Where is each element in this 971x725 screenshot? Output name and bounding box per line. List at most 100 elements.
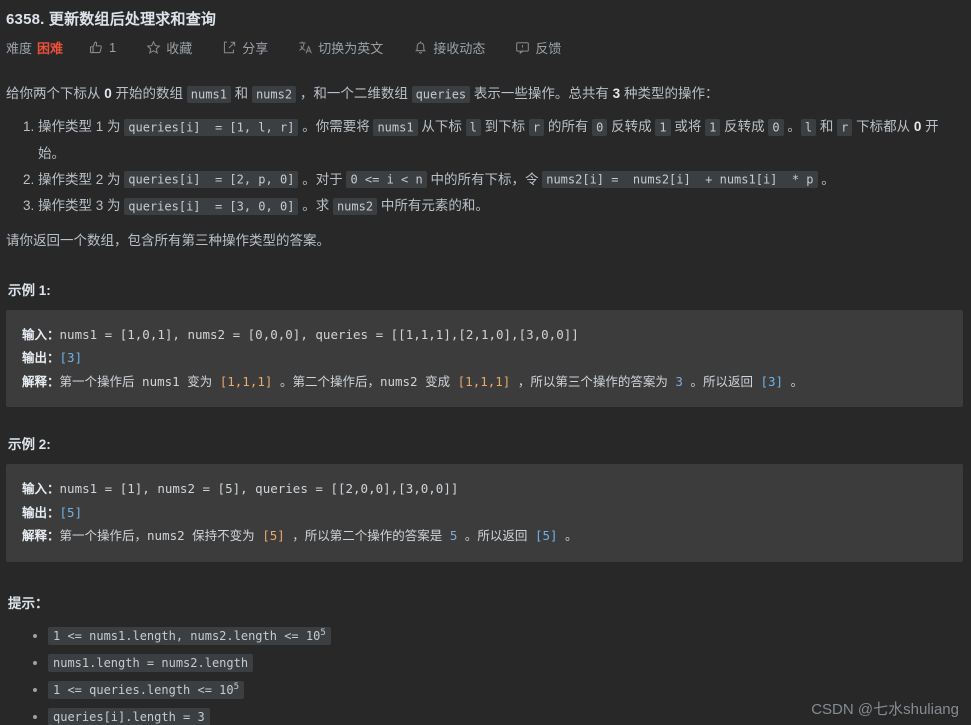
translate-label: 切换为英文 <box>318 41 384 56</box>
op1-pre: 操作类型 1 为 <box>38 119 125 135</box>
intro-seg5: 表示一些操作。总共有 <box>470 86 613 101</box>
example-1-output-value: [3] <box>59 350 83 366</box>
constraint-text: 1 <= queries.length <= 10 <box>53 683 234 698</box>
op1-mid7: 反转成 <box>720 119 769 135</box>
thumbs-up-icon <box>89 40 104 55</box>
example-2-output-label: 输出： <box>22 504 60 520</box>
op1-code-4: r <box>528 118 545 136</box>
ex2-v3: [5] <box>534 528 558 544</box>
ex1-v1: [1,1,1] <box>219 373 273 389</box>
ex2-p1: 第一个操作后，nums2 保持不变为 <box>59 528 263 544</box>
op3-mid1: 。求 <box>298 198 333 214</box>
constraint-exponent: 5 <box>233 682 240 693</box>
example-2-output-value: [5] <box>59 504 83 520</box>
star-icon <box>146 40 161 55</box>
csdn-watermark: CSDN @七水shuliang <box>811 701 959 718</box>
op1-code-5: 0 <box>592 118 608 136</box>
problem-toolbar: 难度 困难 1 收藏 分享 切换为英文 接收动态 反馈 <box>0 29 971 57</box>
feedback-label: 反馈 <box>535 41 562 56</box>
intro-zero: 0 <box>104 86 112 101</box>
share-button[interactable]: 分享 <box>222 38 268 57</box>
example-2-input-value: nums1 = [1], nums2 = [5], queries = [[2,… <box>59 481 459 497</box>
op1-mid8: 。 <box>783 119 801 135</box>
like-button[interactable]: 1 <box>89 40 116 55</box>
ex1-v3: 3 <box>675 373 683 389</box>
op2-pre: 操作类型 2 为 <box>38 171 125 187</box>
difficulty-label: 难度 <box>6 41 33 56</box>
op2-code-1: queries[i] = [2, p, 0] <box>124 171 299 189</box>
constraint-chip: nums1.length = nums2.length <box>48 653 254 672</box>
feedback-icon <box>515 40 530 55</box>
subscribe-button[interactable]: 接收动态 <box>413 38 485 57</box>
example-1-block: 输入：nums1 = [1,0,1], nums2 = [0,0,0], que… <box>6 309 963 408</box>
op1-mid2: 从下标 <box>417 119 466 135</box>
ex2-v1: [5] <box>262 528 285 544</box>
ex2-p3: 。所以返回 <box>457 528 535 544</box>
constraint-chip: queries[i].length = 3 <box>48 708 210 725</box>
intro-paragraph: 给你两个下标从 0 开始的数组 nums1 和 nums2 ，和一个二维数组 q… <box>6 82 963 105</box>
share-icon <box>222 40 237 55</box>
op1-code-10: r <box>837 118 853 136</box>
constraint-text: queries[i].length = 3 <box>53 710 205 725</box>
op1-mid9: 和 <box>816 119 838 135</box>
example-1-output-label: 输出： <box>22 350 60 366</box>
op1-code-8: 0 <box>768 118 784 136</box>
list-item: 操作类型 3 为 queries[i] = [3, 0, 0] 。求 nums2… <box>38 193 963 219</box>
example-1-input-value: nums1 = [1,0,1], nums2 = [0,0,0], querie… <box>59 326 579 342</box>
translate-button[interactable]: 切换为英文 <box>298 38 383 57</box>
ex1-p1: 第一个操作后 nums1 变为 <box>59 373 220 389</box>
op1-mid5: 反转成 <box>607 119 656 135</box>
example-2-heading: 示例 2: <box>8 437 51 453</box>
code-queries: queries <box>411 85 471 103</box>
closing-paragraph: 请你返回一个数组，包含所有第三种操作类型的答案。 <box>6 233 330 249</box>
op1-code-7: 1 <box>705 118 721 136</box>
intro-seg6: 种类型的操作： <box>620 86 719 101</box>
hints-heading: 提示： <box>8 595 49 611</box>
op1-code-1: queries[i] = [1, l, r] <box>124 118 299 136</box>
op2-code-3: nums2[i] = nums2[i] + nums1[i] * p <box>542 171 818 189</box>
op2-code-2: 0 <= i < n <box>346 171 427 189</box>
op3-code-1: queries[i] = [3, 0, 0] <box>124 197 299 215</box>
op1-mid4: 的所有 <box>544 119 593 135</box>
ex1-p3: ，所以第三个操作的答案为 <box>510 373 676 389</box>
intro-seg4: ，和一个二维数组 <box>296 86 412 101</box>
list-item: nums1.length = nums2.length <box>48 649 963 676</box>
op1-code-9: l <box>800 118 817 136</box>
problem-content: 给你两个下标从 0 开始的数组 nums1 和 nums2 ，和一个二维数组 q… <box>0 57 971 725</box>
op3-tail: 中所有元素的和。 <box>377 198 489 214</box>
example-2-block: 输入：nums1 = [1], nums2 = [5], queries = [… <box>6 464 963 562</box>
constraint-text: nums1.length = nums2.length <box>53 655 249 670</box>
op2-tail: 。 <box>817 171 835 187</box>
ex1-v4: [3] <box>760 373 784 389</box>
code-nums1: nums1 <box>186 85 231 103</box>
favorite-label: 收藏 <box>166 41 193 56</box>
page-title: 6358. 更新数组后处理求和查询 <box>6 11 217 28</box>
op2-mid1: 。对于 <box>298 171 347 187</box>
bell-icon <box>413 40 428 55</box>
problem-page: 6358. 更新数组后处理求和查询 难度 困难 1 收藏 分享 切换为英文 接收… <box>0 0 971 725</box>
ex2-p2: ，所以第二个操作的答案是 <box>284 528 450 544</box>
intro-seg1: 给你两个下标从 <box>6 86 105 101</box>
list-item: 操作类型 1 为 queries[i] = [1, l, r] 。你需要将 nu… <box>38 114 963 167</box>
ex1-v2: [1,1,1] <box>457 373 511 389</box>
op1-code-2: nums1 <box>373 118 418 136</box>
favorite-button[interactable]: 收藏 <box>146 38 192 57</box>
op3-pre: 操作类型 3 为 <box>38 198 125 214</box>
ex1-p4: 。所以返回 <box>682 373 761 389</box>
op1-mid6: 或将 <box>670 119 706 135</box>
example-2-explain-label: 解释： <box>22 528 60 544</box>
constraint-chip: 1 <= queries.length <= 105 <box>48 681 245 700</box>
list-item: 操作类型 2 为 queries[i] = [2, p, 0] 。对于 0 <=… <box>38 167 963 193</box>
code-nums2: nums2 <box>251 85 297 103</box>
like-count: 1 <box>109 40 117 55</box>
constraint-chip: 1 <= nums1.length, nums2.length <= 105 <box>48 626 331 645</box>
op1-mid1: 。你需要将 <box>298 119 374 135</box>
example-1-input-label: 输入： <box>22 326 60 342</box>
constraint-exponent: 5 <box>320 627 326 638</box>
operation-type-list: 操作类型 1 为 queries[i] = [1, l, r] 。你需要将 nu… <box>6 114 963 219</box>
op1-mid10: 下标都从 <box>852 119 914 135</box>
feedback-button[interactable]: 反馈 <box>515 38 561 57</box>
op3-code-2: nums2 <box>332 197 378 215</box>
ex1-p5: 。 <box>783 373 804 389</box>
example-2-input-label: 输入： <box>22 481 60 497</box>
